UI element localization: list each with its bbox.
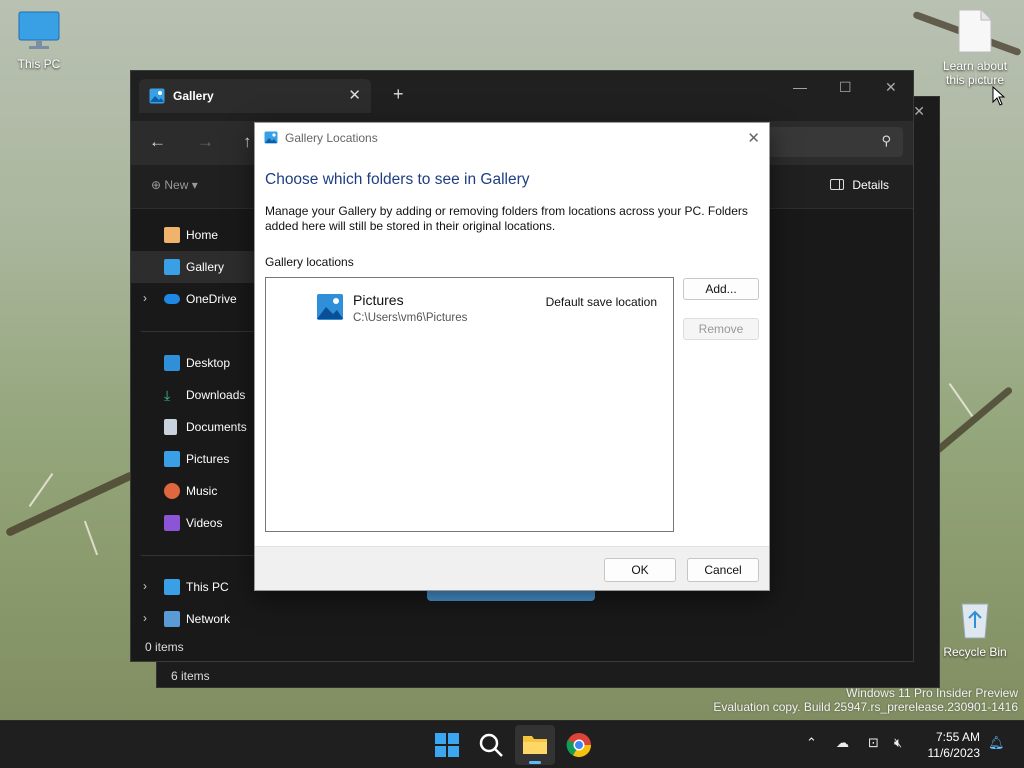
sidebar-item-label: This PC [186,580,229,594]
folder-icon [523,736,547,754]
watermark-line: Windows 11 Pro Insider Preview [846,686,1018,700]
dialog-description: Manage your Gallery by adding or removin… [265,204,748,233]
ok-button[interactable]: OK [604,558,676,582]
cloud-offline-icon[interactable]: ☁ [836,735,849,751]
gallery-icon [149,88,165,104]
title-bar: Gallery ✕ + — ☐ ✕ [131,71,913,121]
back-icon[interactable]: ← [149,132,166,152]
sidebar-item-network[interactable]: › Network [131,603,289,635]
file-icon [958,9,992,53]
item-count: 0 items [145,640,184,654]
desktop-icon-this-pc[interactable]: This PC [4,10,74,71]
close-window-icon[interactable]: ✕ [885,79,897,96]
wallpaper-branch [4,470,136,538]
remove-button[interactable]: Remove [683,318,759,340]
gallery-locations-dialog[interactable]: Gallery Locations ✕ Choose which folders… [254,122,770,591]
notification-bell-icon[interactable]: 🔔︎ [988,735,1005,751]
forward-icon[interactable]: → [197,132,214,152]
add-button[interactable]: Add... [683,278,759,300]
clock-time: 7:55 AM [935,730,980,744]
chevron-up-icon[interactable]: ⌃ [806,735,817,751]
search-box[interactable]: ⚲ [751,127,903,157]
gallery-icon [264,131,278,144]
desktop-icon-label: Recycle Bin [943,645,1007,659]
mouse-cursor-icon [992,86,1006,106]
evaluation-watermark: Windows 11 Pro Insider Preview Evaluatio… [713,686,1018,714]
status-bar: 0 items [131,635,913,661]
close-icon[interactable]: ✕ [747,129,760,147]
wallpaper-thorn [948,383,974,417]
sidebar-item-label: Desktop [186,356,231,370]
desktop-icon-learn-about-picture[interactable]: Learn about this picture [940,8,1010,87]
default-save-badge: Default save location [545,295,657,309]
location-name: Pictures [353,292,404,308]
network-icon [164,611,180,627]
watermark-line: Evaluation copy. Build 25947.rs_prerelea… [713,700,1018,714]
desktop-icon-label: Learn about this picture [942,59,1008,87]
desktop-icon [164,355,180,371]
item-count: 6 items [171,669,210,683]
music-icon [164,483,180,499]
network-icon[interactable]: ⊡ [868,735,879,751]
start-icon[interactable] [433,731,461,759]
tab-title: Gallery [173,89,214,103]
desktop-icon-label: This PC [17,57,61,71]
sidebar-item-label: Videos [186,516,223,530]
new-button-label: New [164,178,189,192]
sidebar-item-label: Music [186,484,218,498]
details-button[interactable]: Details [830,178,889,192]
document-icon [164,419,177,435]
chevron-right-icon[interactable]: › [143,611,147,625]
onedrive-icon [164,294,180,304]
sidebar-item-label: Home [186,228,219,242]
sidebar-item-label: Downloads [186,388,246,402]
recycle-bin-icon [961,603,989,639]
pictures-icon [164,451,180,467]
chevron-right-icon[interactable]: › [143,579,147,593]
tab-gallery[interactable]: Gallery ✕ [139,79,371,113]
gallery-icon [164,259,180,275]
up-icon[interactable]: ↑ [243,132,252,152]
minimize-icon[interactable]: — [793,79,807,95]
video-icon [164,515,180,531]
dialog-title: Gallery Locations [285,131,378,145]
taskbar-app-file-explorer[interactable] [515,725,555,765]
monitor-icon [18,11,60,49]
sidebar-item-label: Gallery [186,260,225,274]
gallery-locations-label: Gallery locations [265,255,354,269]
close-icon[interactable]: ✕ [913,103,925,120]
desktop-icon-recycle-bin[interactable]: Recycle Bin [940,598,1010,659]
taskbar: ⌃ ☁ ⊡ 🔇︎ 7:55 AM 11/6/2023 🔔︎ [0,720,1024,768]
maximize-icon[interactable]: ☐ [839,79,852,96]
sidebar-item-label: Documents [186,420,247,434]
gallery-locations-list[interactable]: Pictures C:\Users\vm6\Pictures Default s… [265,277,674,532]
new-button[interactable]: ⊕ New ▾ [151,178,198,192]
home-icon [164,227,180,243]
sidebar-item-label: OneDrive [186,292,237,306]
clock-date: 11/6/2023 [927,746,981,760]
new-tab-icon[interactable]: + [393,84,404,105]
active-app-indicator [529,761,541,764]
wallpaper-thorn [83,520,99,556]
pictures-folder-icon [317,294,343,320]
details-pane-icon [830,179,845,190]
chrome-icon[interactable] [565,731,593,759]
chevron-right-icon[interactable]: › [143,291,147,305]
wallpaper-thorn [28,473,54,507]
clock[interactable]: 7:55 AM 11/6/2023 [928,729,981,761]
this-pc-icon [164,579,180,595]
volume-muted-icon[interactable]: 🔇︎ [894,735,902,751]
sidebar-item-label: Pictures [186,452,230,466]
dialog-heading: Choose which folders to see in Gallery [265,171,530,188]
search-icon[interactable] [477,731,505,759]
search-icon: ⚲ [881,133,891,148]
dialog-title-bar: Gallery Locations ✕ [255,123,769,153]
sidebar-item-label: Network [186,612,231,626]
location-path: C:\Users\vm6\Pictures [353,312,468,324]
details-label: Details [852,178,889,192]
cancel-button[interactable]: Cancel [687,558,759,582]
dialog-footer: OK Cancel [255,546,769,590]
download-icon: ⤓ [164,387,171,403]
close-tab-icon[interactable]: ✕ [348,86,361,104]
